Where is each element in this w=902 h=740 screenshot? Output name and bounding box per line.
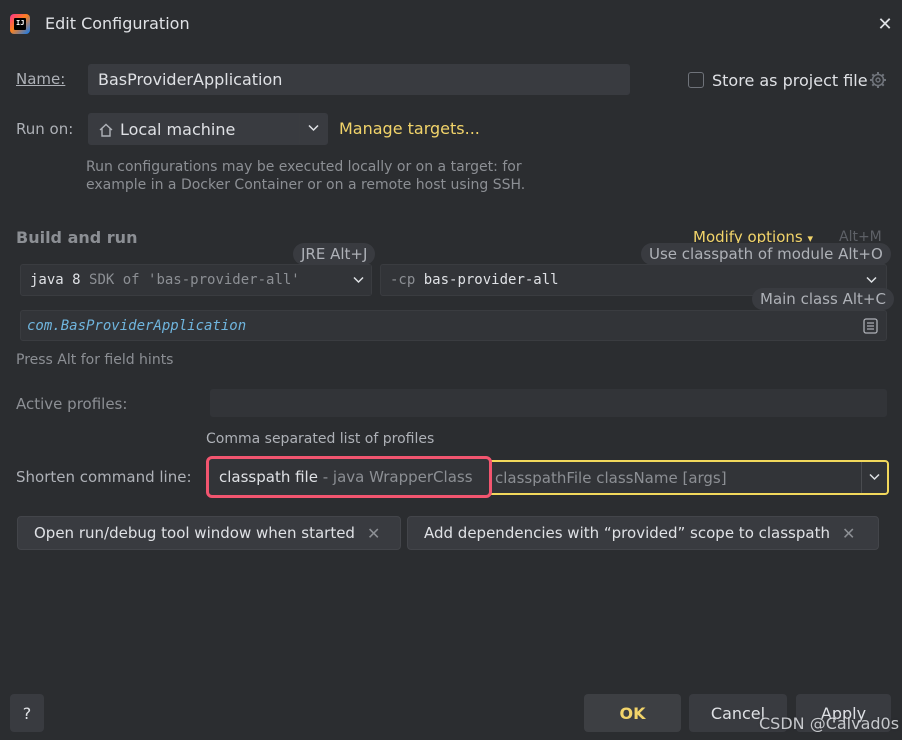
gear-icon[interactable] — [869, 71, 887, 89]
name-input[interactable]: BasProviderApplication — [88, 64, 630, 95]
shorten-selected-highlight[interactable]: classpath file - java WrapperClass — [206, 456, 492, 498]
classpath-hint: Use classpath of module Alt+O — [641, 243, 891, 265]
remove-chip-icon[interactable]: ✕ — [842, 524, 855, 543]
field-hints-note: Press Alt for field hints — [16, 352, 174, 368]
chip-provided-scope[interactable]: Add dependencies with “provided” scope t… — [407, 516, 879, 550]
shorten-command-description: classpathFile className [args] — [495, 469, 727, 487]
ok-button[interactable]: OK — [584, 694, 681, 732]
run-on-description-1: Run configurations may be executed local… — [86, 159, 522, 175]
run-on-value: Local machine — [120, 120, 236, 139]
main-class-input[interactable]: com.BasProviderApplication — [20, 310, 887, 341]
browse-file-icon[interactable] — [863, 318, 878, 334]
jdk-select[interactable]: java 8 SDK of 'bas-provider-all' — [20, 264, 372, 296]
shorten-dropdown-button[interactable] — [861, 462, 887, 493]
manage-targets-link[interactable]: Manage targets... — [339, 119, 480, 138]
chip-label: Add dependencies with “provided” scope t… — [424, 524, 830, 542]
close-icon[interactable]: ✕ — [874, 14, 896, 36]
store-as-project-checkbox[interactable] — [688, 72, 704, 88]
run-on-label: Run on: — [16, 120, 74, 138]
chevron-down-icon — [353, 276, 364, 284]
watermark: CSDN @Calvad0s — [759, 714, 900, 733]
shorten-command-label: Shorten command line: — [16, 468, 192, 486]
chevron-down-icon — [308, 124, 319, 132]
run-on-dropdown-button[interactable] — [299, 114, 327, 144]
name-input-value: BasProviderApplication — [98, 70, 283, 89]
chevron-down-icon[interactable] — [866, 276, 877, 284]
chip-open-tool-window[interactable]: Open run/debug tool window when started … — [17, 516, 401, 550]
window-title: Edit Configuration — [45, 14, 190, 33]
jre-hint: JRE Alt+J — [293, 243, 376, 265]
jdk-dropdown-button[interactable] — [345, 265, 371, 295]
classpath-module-value: -cp bas-provider-all — [390, 272, 559, 288]
remove-chip-icon[interactable]: ✕ — [367, 524, 380, 543]
build-and-run-title: Build and run — [16, 228, 138, 247]
store-as-project-label: Store as project file — [712, 71, 868, 90]
active-profiles-label: Active profiles: — [16, 395, 128, 413]
main-class-hint: Main class Alt+C — [752, 288, 894, 310]
intellij-logo-inner: IJ — [14, 18, 26, 30]
run-on-select[interactable]: Local machine — [88, 113, 328, 145]
help-button[interactable]: ? — [10, 694, 44, 732]
active-profiles-input[interactable] — [210, 389, 887, 417]
shorten-selected-value: classpath file - java WrapperClass — [219, 468, 473, 486]
home-icon — [99, 123, 113, 137]
chevron-down-icon — [869, 473, 880, 481]
chip-label: Open run/debug tool window when started — [34, 524, 355, 542]
name-label: Name: — [16, 70, 66, 88]
run-on-description-2: example in a Docker Container or on a re… — [86, 177, 526, 193]
main-class-value: com.BasProviderApplication — [27, 318, 247, 334]
jdk-value: java 8 SDK of 'bas-provider-all' — [30, 272, 300, 288]
active-profiles-hint: Comma separated list of profiles — [206, 431, 435, 447]
